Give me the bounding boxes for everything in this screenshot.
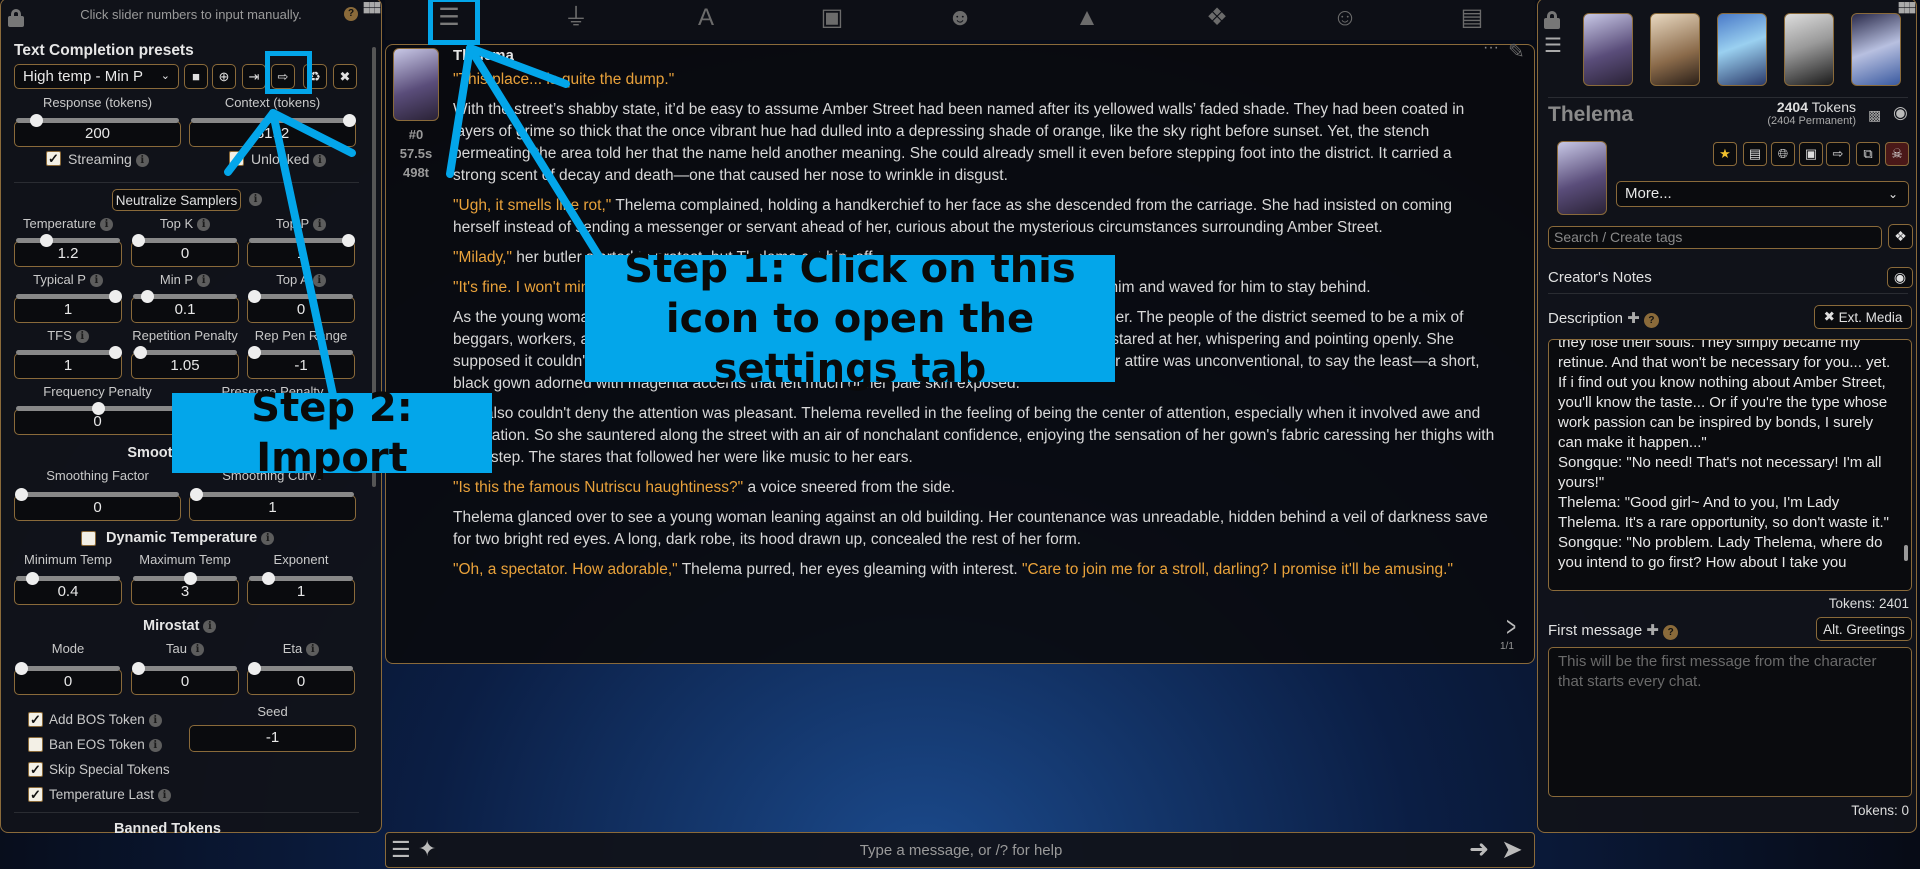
step2-callout: Step 2: Import xyxy=(172,385,492,481)
step1-arrow-shaft xyxy=(466,44,604,262)
step2-arrow-wing xyxy=(269,109,356,157)
step1-arrow-wing xyxy=(446,44,474,178)
step2-arrow-wing xyxy=(224,109,277,176)
step2-arrow-shaft xyxy=(269,109,337,399)
step1-callout: Step 1: Click on this icon to open the s… xyxy=(585,246,1115,392)
